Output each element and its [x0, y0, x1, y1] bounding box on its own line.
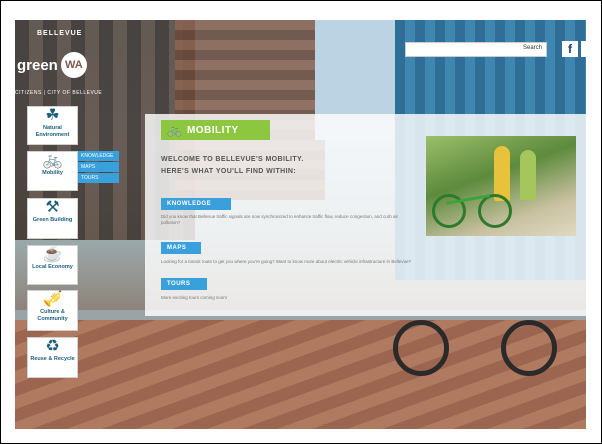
facebook-icon[interactable]: f: [562, 41, 578, 57]
cup-icon: ☕: [42, 246, 63, 263]
submenu-knowledge[interactable]: KNOWLEDGE: [78, 151, 119, 161]
mobility-submenu: KNOWLEDGE MAPS TOURS: [78, 151, 119, 184]
nav-label: Reuse & Recycle: [30, 356, 75, 362]
recycle-icon: ♻: [45, 338, 60, 355]
person-yellow-dress: [494, 146, 510, 201]
brand-green-text: green: [17, 56, 58, 74]
nav-label: Green Building: [32, 217, 73, 223]
brand-wa-badge: WA: [60, 52, 87, 78]
search-label: Search: [522, 45, 542, 51]
bike-wheel-back: [501, 320, 557, 376]
nav-label: Natural Environment: [35, 125, 70, 138]
knowledge-description: Did you know that Bellevue traffic signa…: [161, 214, 398, 225]
twitter-icon[interactable]: t: [581, 41, 586, 57]
person-green-dress: [520, 150, 536, 200]
panel-title-text: MOBILITY: [186, 124, 239, 136]
welcome-text: WELCOME TO BELLEVUE'S MOBILITY. HERE'S W…: [161, 154, 304, 178]
nav-natural-environment[interactable]: ☘ Natural Environment: [27, 106, 78, 145]
nav-label: Local Economy: [32, 264, 73, 270]
brand-subtitle[interactable]: CITIZENS | CITY OF BELLEVUE: [15, 90, 102, 96]
hammer-icon: ⚒: [45, 199, 60, 216]
nav-local-economy[interactable]: ☕ Local Economy: [27, 245, 78, 285]
nav-green-building[interactable]: ⚒ Green Building: [27, 198, 78, 239]
cyclists-photo: [426, 136, 576, 236]
welcome-line-1: WELCOME TO BELLEVUE'S MOBILITY.: [161, 156, 304, 163]
panel-title: 🚲 MOBILITY: [161, 120, 270, 140]
hero-background: BELLEVUE green WA CITIZENS | CITY OF BEL…: [15, 20, 586, 429]
submenu-tours[interactable]: TOURS: [78, 173, 119, 183]
tours-description: More exciting tours coming soon!: [161, 295, 228, 300]
submenu-maps[interactable]: MAPS: [78, 162, 119, 172]
nav-reuse-recycle[interactable]: ♻ Reuse & Recycle: [27, 337, 78, 378]
screenshot-frame: BELLEVUE green WA CITIZENS | CITY OF BEL…: [0, 0, 602, 444]
maps-description: Looking for a transit route to get you w…: [161, 259, 412, 264]
leaf-icon: ☘: [45, 107, 60, 124]
nav-label: Culture & Community: [37, 309, 68, 322]
brand-logo[interactable]: green WA: [15, 51, 87, 79]
bike-wheel: [478, 194, 512, 228]
welcome-line-2: HERE'S WHAT YOU'LL FIND WITHIN:: [161, 168, 297, 175]
brick-plaza: [15, 320, 586, 429]
brand-city: BELLEVUE: [37, 30, 83, 37]
nav-mobility[interactable]: 🚲 Mobility: [27, 151, 78, 191]
maps-button[interactable]: MAPS: [161, 242, 201, 254]
tours-button[interactable]: TOURS: [161, 278, 207, 290]
nav-label: Mobility: [42, 170, 63, 176]
search-input[interactable]: Search: [405, 42, 547, 57]
bicycle-icon: 🚲: [42, 152, 63, 169]
mobility-panel: 🚲 MOBILITY WELCOME TO BELLEVUE'S MOBILIT…: [145, 114, 586, 316]
bike-wheel-front: [393, 320, 449, 376]
trumpet-icon: 🎺: [42, 291, 63, 308]
knowledge-button[interactable]: KNOWLEDGE: [161, 198, 231, 210]
nav-culture-community[interactable]: 🎺 Culture & Community: [27, 290, 78, 331]
bicycle-icon: 🚲: [167, 123, 182, 137]
